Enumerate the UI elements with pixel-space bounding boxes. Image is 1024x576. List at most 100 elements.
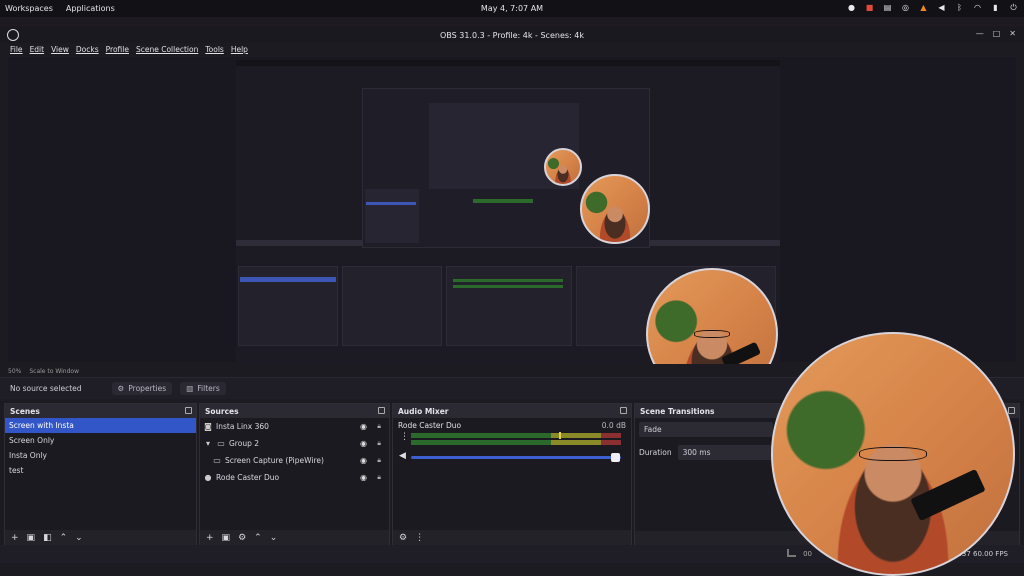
vlc-icon[interactable]: ▲ [919,3,928,12]
filters-button[interactable]: ▥ Filters [180,382,226,395]
sources-dock: Sources ◙ Insta Linx 360 ◉ 🔒︎ ▾ ▭ Group … [199,403,390,547]
dock-float-icon[interactable] [378,407,385,414]
system-tray: ● ■ ▤ ◎ ▲ ◀ ᛒ ◠ ▮ ⏻ [847,3,1018,12]
volume-slider[interactable] [411,456,621,459]
dock-float-icon[interactable] [620,407,627,414]
signal-icon [787,549,796,557]
scenes-dock-header[interactable]: Scenes [5,404,196,418]
scale-label: 50% [8,367,22,375]
add-icon[interactable]: + [11,533,19,543]
scene-item[interactable]: Insta Only [5,448,196,463]
camera-icon: ◙ [204,422,212,431]
move-up-icon[interactable]: ⌃ [60,533,68,543]
move-down-icon[interactable]: ⌄ [270,533,278,543]
scene-item[interactable]: test [5,463,196,478]
visibility-icon[interactable]: ◉ [360,456,367,465]
trash-icon[interactable]: ▣ [222,533,231,543]
lock-icon[interactable]: 🔒︎ [377,456,381,465]
scenes-dock: Scenes Screen with Insta Screen Only Ins… [4,403,197,547]
fps-readout: .37 60.00 FPS [959,550,1008,558]
menu-file[interactable]: File [10,45,23,54]
menu-docks[interactable]: Docks [76,45,99,54]
volume-icon[interactable]: ◀︎ [399,451,406,461]
steam-icon[interactable]: ◎ [901,3,910,12]
applications-menu[interactable]: Applications [66,4,115,13]
transition-select[interactable]: Fade [639,422,773,437]
record-icon[interactable]: ■ [865,3,874,12]
transitions-title: Scene Transitions [640,406,715,416]
nested-webcam-bubble-small [544,148,582,186]
move-down-icon[interactable]: ⌄ [75,533,83,543]
sources-dock-header[interactable]: Sources [200,404,389,418]
nested-webcam-bubble [580,174,650,244]
visibility-icon[interactable]: ◉ [360,473,367,482]
dock-float-icon[interactable] [185,407,192,414]
source-item[interactable]: ● Rode Caster Duo ◉ 🔒︎ [200,469,389,486]
duration-input[interactable]: 300 ms [677,445,778,460]
nested-mixer-dock [446,266,572,346]
power-icon[interactable]: ⏻ [1009,3,1018,12]
source-group[interactable]: ▾ ▭ Group 2 ◉ 🔒︎ [200,435,389,452]
menu-scene-collection[interactable]: Scene Collection [136,45,198,54]
visibility-icon[interactable]: ◉ [360,439,367,448]
chevron-down-icon[interactable]: ▾ [203,439,213,448]
window-title: OBS 31.0.3 - Profile: 4k - Scenes: 4k [439,30,584,40]
scenes-toolbar: + ▣ ◧ ⌃ ⌄ [5,530,196,546]
maximize-button[interactable]: □ [993,29,1001,38]
preview-area[interactable] [8,57,1016,364]
volume-meter-left [411,432,621,439]
workspaces-menu[interactable]: Workspaces [5,4,53,13]
scene-filters-icon[interactable]: ◧ [43,533,52,543]
visibility-icon[interactable]: ◉ [360,422,367,431]
window-titlebar[interactable]: OBS 31.0.3 - Profile: 4k - Scenes: 4k — … [0,27,1024,43]
filter-icon: ▥ [186,384,194,393]
dock-float-icon[interactable] [1008,407,1015,414]
menu-tools[interactable]: Tools [205,45,223,54]
chrome-icon[interactable]: ● [847,3,856,12]
obs-logo-icon [7,29,19,41]
battery-icon[interactable]: ▮ [991,3,1000,12]
bluetooth-icon[interactable]: ᛒ [955,3,964,12]
scene-list: Screen with Insta Screen Only Insta Only… [5,418,196,531]
lock-icon[interactable]: 🔒︎ [377,473,381,482]
source-item[interactable]: ▭ Screen Capture (PipeWire) ◉ 🔒︎ [200,452,389,469]
scene-label: Insta Only [9,451,47,460]
volume-slider-handle[interactable] [610,453,620,462]
duration-label: Duration [639,448,672,457]
trash-icon[interactable]: ▣ [27,533,36,543]
kebab-menu-icon[interactable]: ⋮ [400,432,409,442]
move-up-icon[interactable]: ⌃ [254,533,262,543]
source-label: Insta Linx 360 [216,422,269,431]
lock-icon[interactable]: 🔒︎ [377,439,381,448]
mixer-dock-header[interactable]: Audio Mixer [393,404,631,418]
menu-view[interactable]: View [51,45,69,54]
volume-icon[interactable]: ◀ [937,3,946,12]
volume-meter-right [411,440,621,445]
source-list: ◙ Insta Linx 360 ◉ 🔒︎ ▾ ▭ Group 2 ◉ 🔒︎ ▭… [200,418,389,531]
monitor-icon: ▭ [213,456,221,465]
scene-item[interactable]: Screen with Insta [5,418,196,433]
mixer-menu-icon[interactable]: ⋮ [415,533,424,543]
properties-button[interactable]: ⚙ Properties [111,382,173,395]
scene-label: test [9,466,24,475]
gear-icon[interactable]: ⚙ [238,533,246,543]
scene-item[interactable]: Screen Only [5,433,196,448]
source-item[interactable]: ◙ Insta Linx 360 ◉ 🔒︎ [200,418,389,435]
menu-help[interactable]: Help [231,45,248,54]
mixer-body: Rode Caster Duo 0.0 dB ⋮ ◀︎ [393,418,631,531]
preview-canvas[interactable] [236,60,780,364]
menu-edit[interactable]: Edit [30,45,45,54]
close-button[interactable]: ✕ [1009,29,1016,38]
source-label: Group 2 [229,439,259,448]
properties-label: Properties [128,384,167,393]
minimize-button[interactable]: — [976,29,984,38]
note-icon[interactable]: ▤ [883,3,892,12]
menu-profile[interactable]: Profile [106,45,129,54]
advanced-audio-icon[interactable]: ⚙ [399,533,407,543]
scene-label: Screen Only [9,436,55,445]
preview-scale-row: 50% Scale to Window [8,366,79,376]
scale-mode-select[interactable]: Scale to Window [29,368,79,375]
wifi-icon[interactable]: ◠ [973,3,982,12]
lock-icon[interactable]: 🔒︎ [377,422,381,431]
add-icon[interactable]: + [206,533,214,543]
